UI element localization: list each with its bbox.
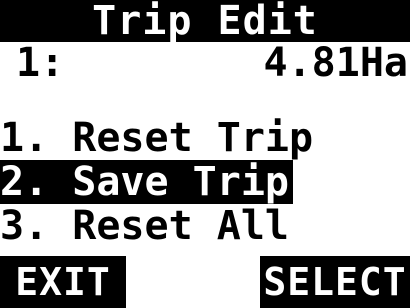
trip-area-value: 4.81Ha [263,40,409,86]
device-screen: Trip Edit 1: 4.81Ha 1. Reset Trip 2. Sav… [0,0,410,308]
exit-softkey[interactable]: EXIT [0,256,126,308]
trip-summary-row: 1: 4.81Ha [0,40,410,86]
trip-edit-menu: 1. Reset Trip 2. Save Trip 3. Reset All [0,116,410,248]
menu-item-label: 3. Reset All [0,204,289,248]
select-softkey[interactable]: SELECT [260,256,410,308]
menu-item-save-trip[interactable]: 2. Save Trip [0,160,410,204]
menu-item-label: 1. Reset Trip [0,116,314,160]
menu-item-label: 2. Save Trip [0,160,293,204]
menu-item-reset-all[interactable]: 3. Reset All [0,204,410,248]
screen-title: Trip Edit [0,0,410,42]
trip-index: 1: [16,40,65,86]
menu-item-reset-trip[interactable]: 1. Reset Trip [0,116,410,160]
softkey-bar: EXIT SELECT [0,256,410,308]
